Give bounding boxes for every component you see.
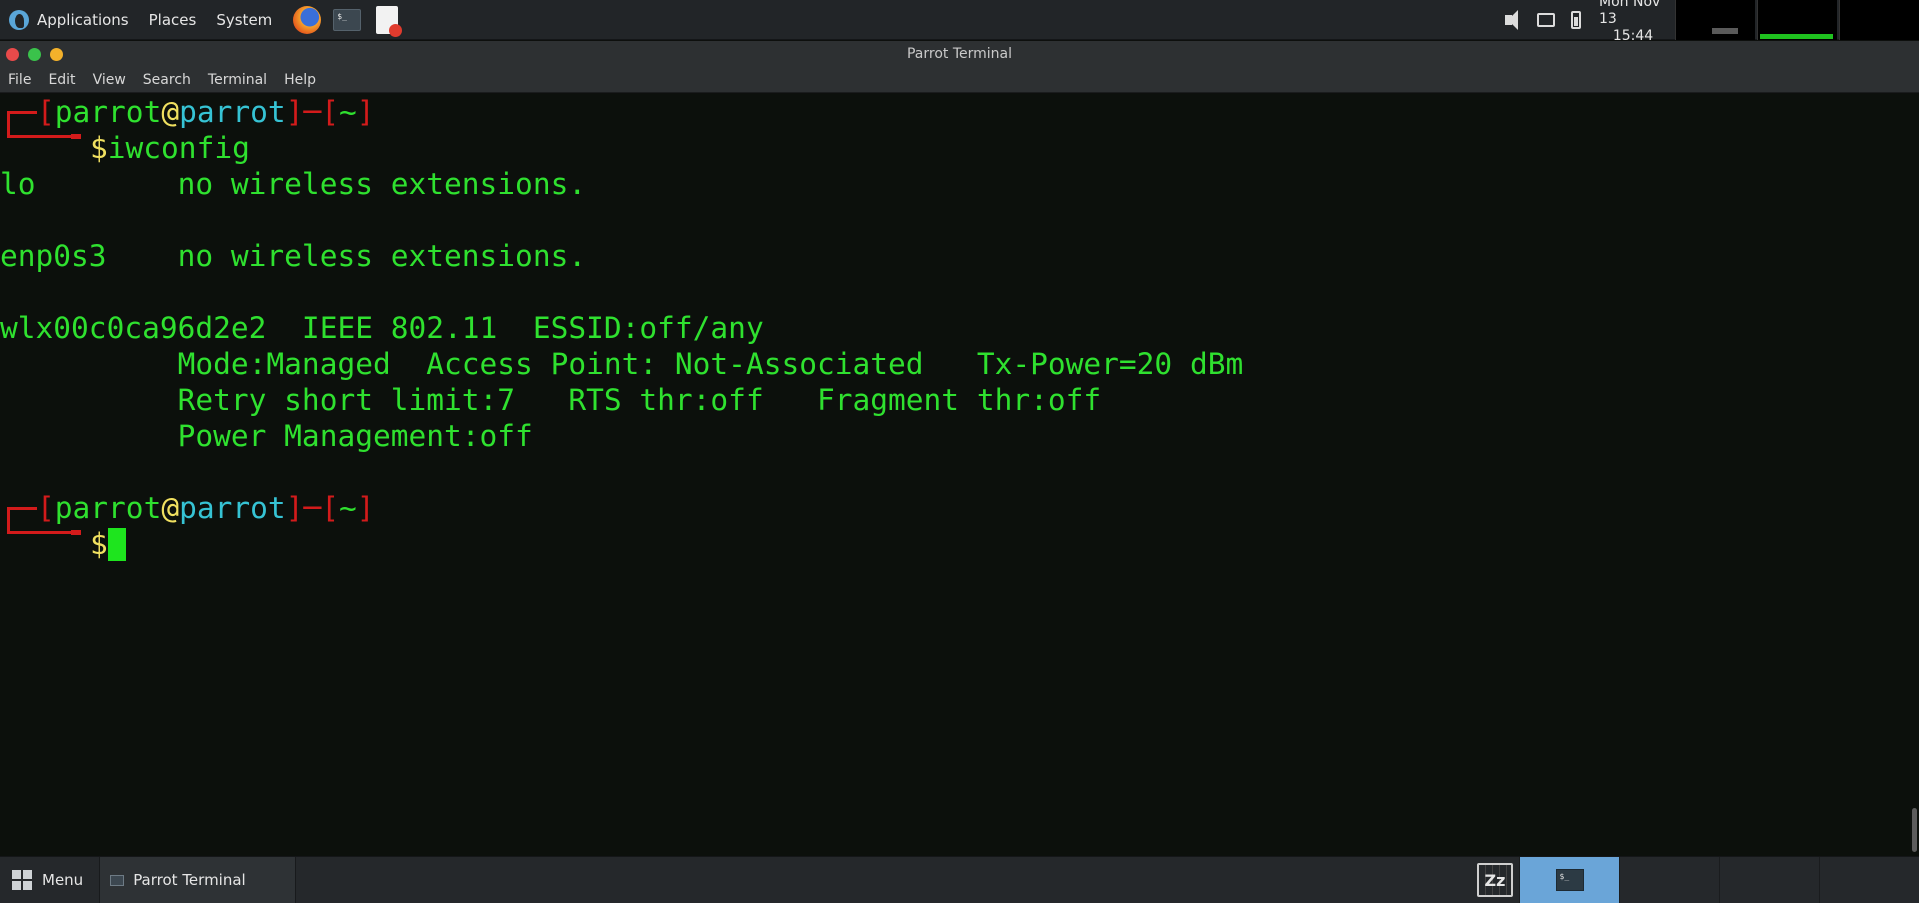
prompt-at: @ (161, 491, 180, 525)
text-editor-launcher[interactable] (371, 4, 403, 37)
prompt-at: @ (161, 95, 180, 129)
volume-button[interactable] (1501, 5, 1531, 35)
prompt-user: parrot (54, 95, 162, 129)
clock[interactable]: Mon Nov 13 15:44 (1591, 0, 1673, 45)
sleep-inhibit-icon[interactable]: Zz (1477, 863, 1513, 897)
output-line: lo no wireless extensions. (0, 167, 587, 201)
main-menu-button[interactable]: Menu (0, 857, 101, 903)
applications-menu[interactable]: Applications (0, 0, 140, 40)
main-menu-label: Menu (42, 871, 84, 889)
terminal-icon (110, 874, 125, 886)
menu-file[interactable]: File (0, 67, 40, 93)
firefox-launcher[interactable] (291, 4, 323, 36)
display-button[interactable] (1531, 5, 1561, 35)
text-cursor (107, 528, 126, 561)
menu-edit[interactable]: Edit (40, 67, 84, 93)
output-line: wlx00c0ca96d2e2 IEEE 802.11 ESSID:off/an… (0, 311, 764, 345)
network-monitor[interactable] (1757, 0, 1837, 40)
prompt-user: parrot (54, 491, 162, 525)
menu-help[interactable]: Help (276, 67, 325, 93)
output-line: Power Management:off (0, 419, 533, 453)
window-titlebar[interactable]: Parrot Terminal (0, 41, 1919, 67)
parrot-logo-icon (9, 9, 29, 30)
memory-monitor[interactable] (1839, 0, 1919, 40)
window-title: Parrot Terminal (906, 46, 1013, 62)
command-text: iwconfig (107, 131, 250, 165)
prompt-symbol: $ (90, 527, 108, 561)
minimize-window-button[interactable] (28, 47, 41, 61)
terminal-icon: $_ (333, 8, 362, 31)
command-line: $iwconfig (90, 130, 250, 166)
workspace-4[interactable] (1819, 857, 1919, 903)
prompt-symbol: $ (90, 131, 108, 165)
workspace-2[interactable] (1619, 857, 1719, 903)
menu-view[interactable]: View (85, 67, 135, 93)
menu-terminal[interactable]: Terminal (200, 67, 276, 93)
terminal-scrollbar[interactable] (1909, 94, 1919, 856)
cpu-monitor[interactable] (1675, 0, 1755, 40)
terminal-menubar: File Edit View Search Terminal Help (0, 67, 1919, 93)
prompt-line: [parrot@parrot]─[~] (37, 491, 375, 525)
grid-menu-icon (12, 870, 32, 890)
system-menu-label: System (216, 10, 273, 29)
terminal-launcher[interactable]: $_ (331, 4, 363, 36)
workspace-3[interactable] (1719, 857, 1819, 903)
taskbar-item-label: Parrot Terminal (133, 871, 246, 889)
workspace-1[interactable]: $_ (1519, 857, 1619, 903)
prompt-host: parrot (179, 491, 286, 525)
display-icon (1537, 12, 1555, 27)
system-tray: Mon Nov 13 15:44 (1501, 0, 1919, 44)
top-panel: Applications Places System $_ Mon Nov 13… (0, 0, 1919, 44)
prompt-host: parrot (179, 95, 286, 129)
system-menu[interactable]: System (207, 0, 283, 40)
prompt-dir: ~ (338, 95, 357, 129)
firefox-icon (293, 5, 322, 34)
text-editor-icon (376, 5, 403, 37)
places-menu-label: Places (148, 10, 197, 29)
taskbar-item-parrot-terminal[interactable]: Parrot Terminal (100, 857, 297, 903)
prompt-dir: ~ (338, 491, 357, 525)
menu-search[interactable]: Search (135, 67, 200, 93)
applications-menu-label: Applications (37, 10, 129, 29)
battery-button[interactable] (1561, 5, 1591, 35)
prompt-line: [parrot@parrot]─[~] (37, 95, 375, 129)
scrollbar-thumb[interactable] (1912, 808, 1917, 852)
close-window-button[interactable] (6, 47, 19, 61)
output-line: Retry short limit:7 RTS thr:off Fragment… (0, 383, 1102, 417)
clock-date: Mon Nov 13 (1599, 0, 1661, 27)
command-line[interactable]: $ (90, 526, 126, 562)
speaker-icon (1503, 9, 1529, 31)
maximize-window-button[interactable] (50, 47, 63, 61)
bottom-panel: Menu Parrot Terminal Zz $_ (0, 856, 1919, 903)
output-line: Mode:Managed Access Point: Not-Associate… (0, 347, 1244, 381)
battery-icon (1571, 10, 1581, 29)
places-menu[interactable]: Places (140, 0, 208, 40)
terminal-icon: $_ (1555, 869, 1584, 891)
terminal-output-area[interactable]: [parrot@parrot]─[~] $iwconfig lo no wire… (0, 94, 1919, 856)
output-line: enp0s3 no wireless extensions. (0, 239, 587, 273)
